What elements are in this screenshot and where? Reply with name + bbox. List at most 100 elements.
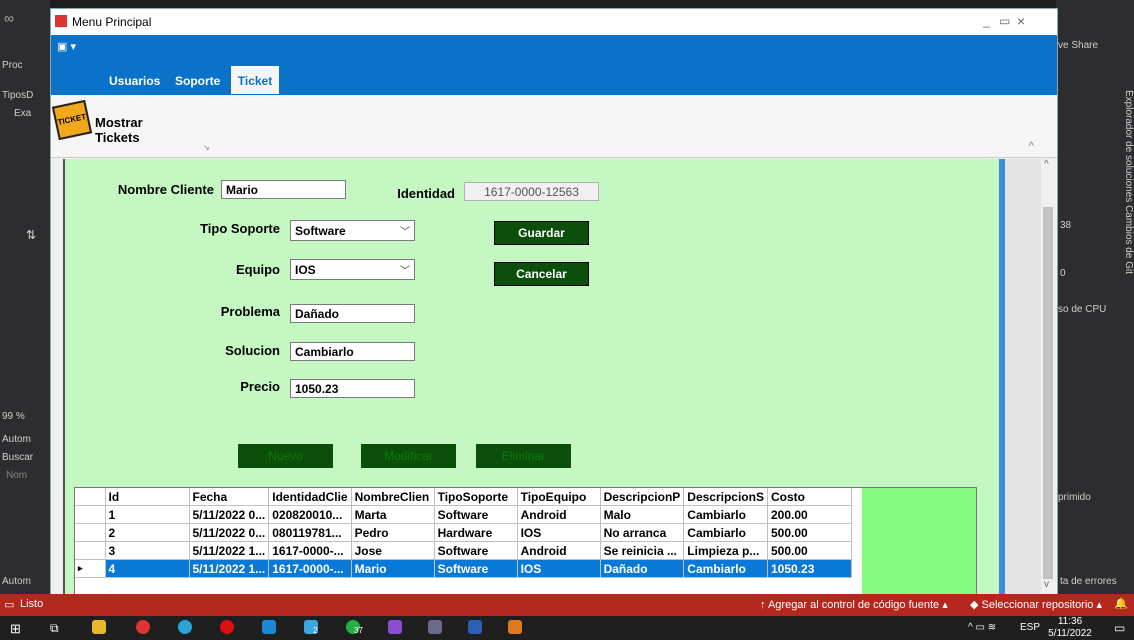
minimize-button[interactable]: _ [983, 14, 990, 28]
word-icon[interactable] [468, 620, 482, 634]
table-cell[interactable]: 1617-0000-... [268, 541, 352, 560]
notifications-icon[interactable]: 🔔 [1114, 597, 1128, 610]
clock-date[interactable]: 5/11/2022 [1046, 628, 1094, 639]
tray-icons[interactable]: ^ ▭ ≋ [968, 622, 996, 633]
precio-input[interactable]: 1050.23 [290, 379, 415, 398]
table-cell[interactable]: Pedro [351, 523, 435, 542]
quick-access-icon[interactable]: ▣ ▾ [57, 40, 76, 53]
visual-studio-icon[interactable] [388, 620, 402, 634]
tickets-grid[interactable]: Id Fecha IdentidadClie NombreClien TipoS… [74, 487, 864, 596]
whatsapp-icon[interactable]: 37 [346, 620, 363, 635]
file-explorer-icon[interactable] [92, 620, 106, 634]
table-cell[interactable]: 1 [105, 505, 190, 524]
scroll-up-icon[interactable]: ^ [1044, 159, 1049, 170]
tipo-soporte-select[interactable]: Software ﹀ [290, 220, 415, 241]
row-header-cell[interactable] [75, 505, 106, 524]
clock-time[interactable]: 11:36 [1048, 616, 1092, 627]
column-header[interactable]: Id [105, 488, 190, 506]
guardar-button[interactable]: Guardar [494, 221, 589, 245]
mostrar-tickets-button[interactable]: TICKET Mostrar Tickets [51, 99, 185, 145]
table-cell[interactable]: Cambiarlo [683, 559, 768, 578]
column-header[interactable]: Costo [767, 488, 852, 506]
mail-icon[interactable]: 2 [304, 620, 318, 635]
table-cell[interactable]: 5/11/2022 1... [189, 559, 270, 578]
table-cell[interactable]: Software [434, 541, 518, 560]
close-button[interactable]: × [1017, 13, 1025, 29]
table-cell[interactable]: 080119781... [268, 523, 352, 542]
table-cell[interactable]: IOS [517, 559, 601, 578]
edge-icon[interactable] [178, 620, 192, 634]
maximize-button[interactable]: ▭ [999, 14, 1010, 28]
table-row[interactable]: 2 5/11/2022 0... 080119781... Pedro Hard… [75, 523, 852, 542]
zoom-level[interactable]: 99 % [2, 411, 25, 422]
table-cell[interactable]: Mario [351, 559, 435, 578]
table-cell[interactable]: Android [517, 541, 601, 560]
table-row[interactable]: 3 5/11/2022 1... 1617-0000-... Jose Soft… [75, 541, 852, 560]
side-tabs[interactable]: Explorador de soluciones Cambios de Git [1123, 90, 1134, 274]
winforms-app-icon[interactable] [508, 620, 522, 634]
tab-soporte[interactable]: Soporte [175, 66, 220, 94]
tab-ticket[interactable]: Ticket [231, 66, 279, 94]
table-cell[interactable]: 500.00 [767, 523, 852, 542]
table-cell[interactable]: 020820010... [268, 505, 352, 524]
cancelar-button[interactable]: Cancelar [494, 262, 589, 286]
table-cell[interactable]: 2 [105, 523, 190, 542]
eliminar-button[interactable]: Eliminar [476, 444, 571, 468]
table-cell[interactable]: 5/11/2022 0... [189, 523, 270, 542]
problema-input[interactable]: Dañado [290, 304, 415, 323]
table-cell[interactable]: Cambiarlo [683, 505, 768, 524]
table-cell[interactable]: Marta [351, 505, 435, 524]
column-header[interactable]: DescripcionP [600, 488, 685, 506]
table-cell[interactable]: IOS [517, 523, 601, 542]
table-cell[interactable]: 1050.23 [767, 559, 852, 578]
table-row-selected[interactable]: ▸ 4 5/11/2022 1... 1617-0000-... Mario S… [75, 559, 852, 578]
table-cell[interactable]: Software [434, 505, 518, 524]
table-cell[interactable]: 200.00 [767, 505, 852, 524]
opera-icon[interactable] [220, 620, 234, 634]
table-cell[interactable]: 5/11/2022 0... [189, 505, 270, 524]
solucion-input[interactable]: Cambiarlo [290, 342, 415, 361]
table-cell[interactable]: 5/11/2022 1... [189, 541, 270, 560]
identidad-input[interactable]: 1617-0000-12563 [464, 182, 599, 201]
table-row[interactable]: 1 5/11/2022 0... 020820010... Marta Soft… [75, 505, 852, 524]
table-cell[interactable]: Jose [351, 541, 435, 560]
nuevo-button[interactable]: Nuevo [238, 444, 333, 468]
column-header[interactable]: IdentidadClie [268, 488, 352, 506]
ribbon-launcher-icon[interactable]: ↘ [203, 143, 210, 152]
table-cell[interactable]: Cambiarlo [683, 523, 768, 542]
column-header[interactable]: DescripcionS [683, 488, 768, 506]
row-header-cell[interactable] [75, 523, 106, 542]
table-cell[interactable]: Android [517, 505, 601, 524]
table-cell[interactable]: Dañado [600, 559, 685, 578]
tab-usuarios[interactable]: Usuarios [109, 66, 160, 94]
vscode-icon[interactable] [262, 620, 276, 634]
collapse-ribbon-icon[interactable]: ^ [1029, 141, 1034, 152]
table-cell[interactable]: Hardware [434, 523, 518, 542]
table-cell[interactable]: 4 [105, 559, 190, 578]
column-header[interactable]: TipoEquipo [517, 488, 601, 506]
table-cell[interactable]: Software [434, 559, 518, 578]
table-cell[interactable]: Se reinicia ... [600, 541, 685, 560]
table-cell[interactable]: Limpieza p... [683, 541, 768, 560]
select-repo-button[interactable]: ◆ Seleccionar repositorio ▴ [970, 598, 1102, 611]
row-header-cell[interactable] [75, 541, 106, 560]
nombre-cliente-input[interactable]: Mario [221, 180, 346, 199]
language-indicator[interactable]: ESP [1020, 622, 1040, 633]
column-header[interactable]: NombreClien [351, 488, 435, 506]
scroll-down-icon[interactable]: v [1044, 579, 1049, 590]
windows-start-icon[interactable]: ⊞ [10, 621, 21, 637]
error-list-tab[interactable]: ta de errores [1060, 576, 1117, 587]
modificar-button[interactable]: Modificar [361, 444, 456, 468]
scroll-thumb[interactable] [1043, 207, 1053, 579]
add-source-control-button[interactable]: ↑ Agregar al control de código fuente ▴ [760, 598, 948, 611]
current-row-marker-icon[interactable]: ▸ [75, 559, 106, 578]
task-view-icon[interactable]: ⧉ [50, 621, 59, 636]
live-share-button[interactable]: ve Share [1058, 40, 1098, 51]
equipo-select[interactable]: IOS ﹀ [290, 259, 415, 280]
chrome-icon[interactable] [136, 620, 150, 634]
column-header[interactable]: TipoSoporte [434, 488, 518, 506]
action-center-icon[interactable]: ▭ [1114, 621, 1125, 635]
table-cell[interactable]: 1617-0000-... [268, 559, 352, 578]
table-cell[interactable]: 500.00 [767, 541, 852, 560]
column-header[interactable]: Fecha [189, 488, 270, 506]
